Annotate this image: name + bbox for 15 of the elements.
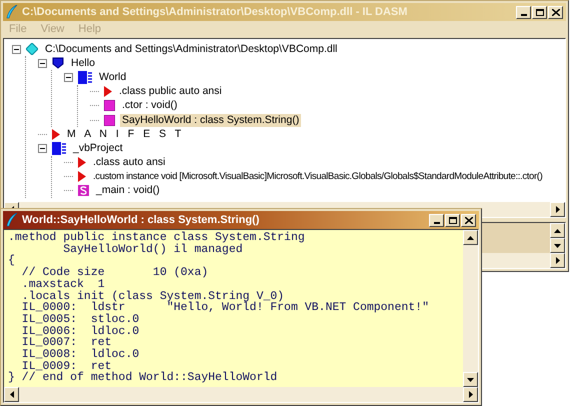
code-line: .locals init (class System.String V_0) [20, 290, 284, 302]
code-line: IL_0008: ldloc.0 [20, 349, 140, 361]
code-line: IL_0000: ldstr "Hello, World! From VB.NET Component!" [20, 302, 429, 314]
code-line: } // end of method World::SayHelloWorld [8, 372, 278, 384]
code-line: .method public instance class System.String [8, 232, 305, 244]
code-line: IL_0006: ldloc.0 [20, 326, 140, 338]
code-line: { [8, 255, 15, 268]
code-line: .maxstack 1 [20, 278, 105, 291]
code-line: SayHelloWorld() il managed [62, 244, 243, 256]
code-line: IL_0009: ret [20, 360, 112, 372]
window-title: C:\Documents and Settings\Administrator\Desktop\VBComp.dll - IL DASM [22, 4, 408, 20]
code-line: IL_0005: stloc.0 [20, 314, 140, 326]
code-line: // Code size 10 (0xa) [20, 267, 208, 279]
code-line: IL_0007: ret [20, 337, 112, 350]
window-title: World::SayHelloWorld : class System.String() [22, 212, 260, 228]
